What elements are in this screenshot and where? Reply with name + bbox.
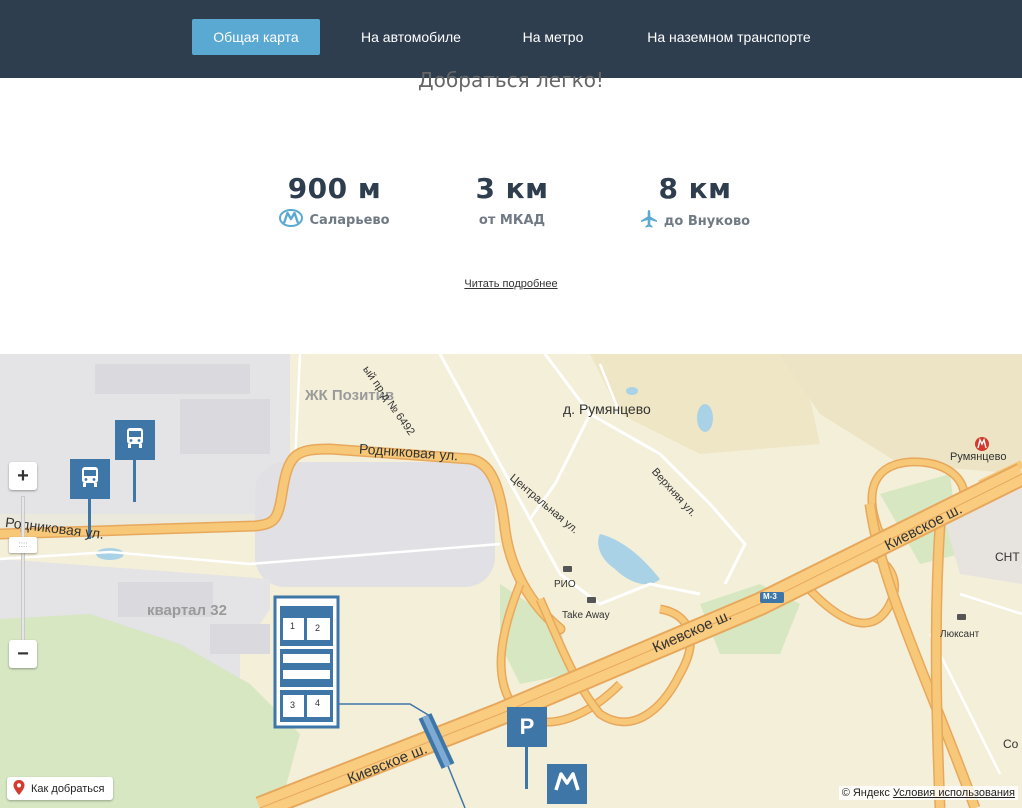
bus-stop-marker[interactable] <box>70 459 110 499</box>
stat-airport-distance: 8 км до Внуково <box>630 172 760 233</box>
plan-number: 2 <box>315 623 321 633</box>
top-nav-bar: Общая карта На автомобиле На метро На на… <box>0 0 1022 78</box>
map-label-sod: Со <box>1003 737 1019 751</box>
bus-stop-marker[interactable] <box>115 420 155 460</box>
parking-marker[interactable]: P <box>507 707 547 747</box>
read-more-link[interactable]: Читать подробнее <box>464 278 557 290</box>
zoom-in-button[interactable]: + <box>9 462 37 490</box>
bus-icon <box>125 427 145 454</box>
map-copyright: © Яндекс Условия использования <box>838 786 1018 800</box>
stat-value: 8 км <box>658 172 732 205</box>
map-label-snt: СНТ <box>995 550 1020 564</box>
plan-number: 3 <box>290 700 296 710</box>
building-plan-icon <box>273 595 340 729</box>
map-label-m3-shield: М-3 <box>763 592 777 601</box>
plan-number: 1 <box>290 621 296 631</box>
map-area[interactable]: ЖК Позитив д. Румянцево Румянцево Родник… <box>0 354 1022 808</box>
map-pin-icon <box>13 779 25 798</box>
stat-metro-distance: 900 м Саларьево <box>262 172 407 231</box>
zoom-control: + :::: − <box>9 462 37 668</box>
tab-by-ground-transport[interactable]: На наземном транспорте <box>630 19 828 55</box>
route-button-label: Как добраться <box>31 782 105 795</box>
parking-icon: P <box>519 714 535 739</box>
stat-caption: Саларьево <box>309 212 390 228</box>
metro-icon <box>279 209 304 231</box>
metro-marker[interactable] <box>547 764 587 804</box>
stat-caption: до Внуково <box>663 213 751 229</box>
zoom-out-button[interactable]: − <box>9 640 37 668</box>
stat-value: 3 км <box>475 172 549 205</box>
metro-icon <box>554 771 580 797</box>
route-button[interactable]: Как добраться <box>7 777 114 800</box>
stat-caption: от МКАД <box>478 213 546 228</box>
page-headline: Добраться легко! <box>418 68 604 92</box>
map-label-rumyantsevo-metro: Румянцево <box>950 451 1007 463</box>
stat-value: 900 м <box>287 172 382 205</box>
map-label-kvartal-32: квартал 32 <box>147 602 227 619</box>
terms-link[interactable]: Условия использования <box>893 787 1015 799</box>
stat-mkad-distance: 3 км от МКАД <box>462 172 562 228</box>
map-label-takeaway: Take Away <box>562 610 610 621</box>
plan-number: 4 <box>315 698 321 708</box>
map-label-rio: РИО <box>554 579 576 590</box>
airplane-icon <box>640 209 658 233</box>
tab-general-map[interactable]: Общая карта <box>192 19 320 55</box>
tab-by-car[interactable]: На автомобиле <box>342 19 480 55</box>
zoom-slider-track[interactable] <box>21 496 25 646</box>
zoom-slider-handle[interactable]: :::: <box>9 537 37 553</box>
copyright-text: © Яндекс <box>841 787 890 799</box>
map-label-rumyantsevo-village: д. Румянцево <box>563 401 651 417</box>
map-label-lyuksant: Люксант <box>940 629 980 640</box>
tab-by-metro[interactable]: На метро <box>506 19 600 55</box>
bus-icon <box>80 466 100 493</box>
